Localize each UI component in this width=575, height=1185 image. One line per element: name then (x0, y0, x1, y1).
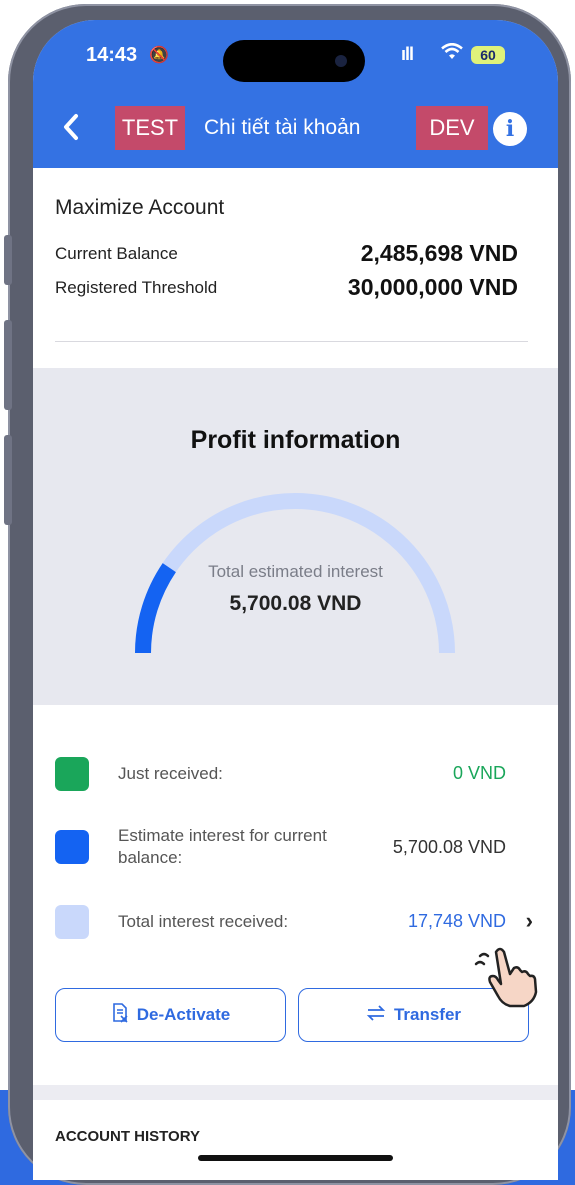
mute-switch (4, 235, 12, 285)
deactivate-label: De-Activate (136, 1005, 231, 1024)
back-button[interactable] (61, 112, 81, 148)
home-indicator[interactable] (198, 1155, 393, 1161)
legend-swatch-total-received (55, 905, 89, 939)
gauge-label: Total estimated interest (208, 562, 383, 581)
threshold-label: Registered Threshold (55, 278, 218, 297)
gauge-value: 5,700.08 VND (229, 592, 362, 615)
account-summary: Maximize Account Current Balance 2,485,6… (33, 168, 558, 368)
legend-value-estimate: 5,700.08 VND (392, 837, 506, 857)
env-tag-dev: DEV (416, 106, 488, 150)
page-title: Chi tiết tài khoản (204, 116, 361, 139)
profit-section: Profit information Total estimated inter… (33, 368, 558, 705)
dynamic-island (223, 40, 365, 82)
signal-icon: ıll (401, 44, 414, 64)
transfer-label: Transfer (393, 1005, 462, 1024)
interest-legend: Just received: 0 VND Estimate interest f… (33, 705, 558, 1085)
document-x-icon (111, 1002, 129, 1028)
transfer-arrows-icon (366, 1004, 386, 1026)
account-name: Maximize Account (55, 196, 225, 219)
legend-label-estimate: Estimate interest for current balance: (118, 826, 327, 867)
tap-hand-icon (474, 947, 538, 1008)
legend-label-just-received: Just received: (118, 764, 223, 783)
account-history-section: ACCOUNT HISTORY (33, 1100, 558, 1180)
volume-down-button (4, 435, 12, 525)
env-tag-test: TEST (115, 106, 185, 150)
volume-up-button (4, 320, 12, 410)
balance-label: Current Balance (55, 244, 178, 263)
wifi-icon (441, 42, 463, 66)
threshold-value: 30,000,000 VND (347, 274, 518, 300)
silent-bell-icon: 🔕 (149, 47, 169, 64)
chevron-right-icon[interactable]: › (526, 908, 533, 934)
history-title: ACCOUNT HISTORY (55, 1128, 201, 1145)
legend-swatch-estimate (55, 830, 89, 864)
app-header: 14:43 🔕 ıll 60 TEST Chi tiết tài khoản D… (33, 20, 558, 168)
legend-value-just-received: 0 VND (452, 763, 506, 783)
info-icon[interactable]: i (493, 112, 527, 146)
legend-label-total-received: Total interest received: (118, 912, 289, 931)
divider (55, 341, 528, 342)
legend-value-total-received[interactable]: 17,748 VND (408, 911, 506, 932)
legend-swatch-just-received (55, 757, 89, 791)
section-gap (33, 1085, 558, 1100)
deactivate-button[interactable]: De-Activate (55, 988, 286, 1042)
status-time: 14:43 (86, 44, 138, 66)
profit-title: Profit information (190, 426, 401, 454)
battery-icon: 60 (471, 46, 505, 64)
balance-value: 2,485,698 VND (360, 240, 518, 266)
